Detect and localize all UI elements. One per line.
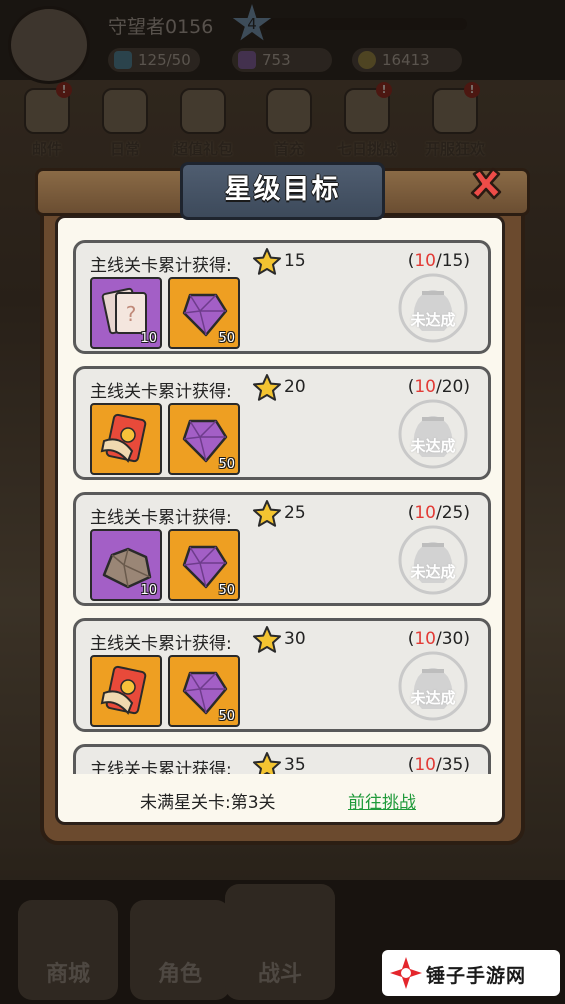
progress-current: 10	[414, 629, 436, 649]
goal-card: 主线关卡累计获得: 20 (10/20) 50 未达成	[73, 366, 491, 480]
reward-count: 10	[140, 331, 157, 346]
reward-stone[interactable]: 10	[90, 529, 162, 601]
goal-card: 主线关卡累计获得: 35 (10/35)	[73, 744, 491, 774]
reward-gem[interactable]: 50	[168, 277, 240, 349]
progress-current: 10	[414, 377, 436, 397]
book-icon	[100, 413, 147, 463]
money-bag-icon	[398, 399, 468, 469]
star-icon	[253, 248, 281, 275]
status-text: 未达成	[410, 689, 456, 707]
money-bag-icon	[398, 525, 468, 595]
goal-required-stars: 20	[284, 377, 306, 397]
goal-label: 主线关卡累计获得:	[90, 634, 232, 654]
reward-count: 50	[218, 583, 235, 598]
status-stamp: 未达成	[398, 525, 468, 595]
reward-book[interactable]	[90, 403, 162, 475]
money-bag-icon	[398, 651, 468, 721]
status-stamp: 未达成	[398, 273, 468, 343]
goal-label: 主线关卡累计获得:	[90, 382, 232, 402]
status-text: 未达成	[410, 563, 456, 581]
watermark: 锤子手游网	[382, 950, 560, 996]
goal-card: 主线关卡累计获得: 25 (10/25) 10 50 未达成	[73, 492, 491, 606]
reward-count: 50	[218, 331, 235, 346]
reward-gem[interactable]: 50	[168, 403, 240, 475]
progress-total: 35	[441, 755, 464, 774]
goal-card: 主线关卡累计获得: 15 (10/15) ? 10 50 未达成	[73, 240, 491, 354]
watermark-logo-icon	[390, 957, 422, 989]
reward-count: 10	[140, 583, 157, 598]
progress-total: 25	[441, 503, 464, 523]
star-icon	[253, 500, 281, 527]
progress-total: 20	[441, 377, 464, 397]
star-icon	[253, 626, 281, 653]
goal-progress: (10/35)	[407, 755, 470, 774]
goal-card: 主线关卡累计获得: 30 (10/30) 50 未达成	[73, 618, 491, 732]
go-challenge-link[interactable]: 前往挑战	[348, 788, 416, 813]
goal-progress: (10/20)	[407, 377, 470, 397]
goal-progress: (10/25)	[407, 503, 470, 523]
progress-current: 10	[414, 503, 436, 523]
status-stamp: 未达成	[398, 399, 468, 469]
goal-list[interactable]: 主线关卡累计获得: 15 (10/15) ? 10 50 未达成 主线关卡累计获…	[70, 236, 494, 774]
reward-book[interactable]	[90, 655, 162, 727]
progress-total: 15	[441, 251, 464, 271]
star-icon	[253, 752, 281, 774]
reward-gem[interactable]: 50	[168, 529, 240, 601]
reward-card-pack[interactable]: ? 10	[90, 277, 162, 349]
goal-progress: (10/30)	[407, 629, 470, 649]
progress-current: 10	[414, 755, 436, 774]
book-icon	[100, 665, 147, 715]
close-button[interactable]	[466, 164, 506, 204]
progress-current: 10	[414, 251, 436, 271]
status-stamp: 未达成	[398, 651, 468, 721]
goal-label: 主线关卡累计获得:	[90, 508, 232, 528]
star-icon	[253, 374, 281, 401]
status-text: 未达成	[410, 437, 456, 455]
reward-count: 50	[218, 457, 235, 472]
goal-required-stars: 35	[284, 755, 306, 774]
status-text: 未达成	[410, 311, 456, 329]
progress-total: 30	[441, 629, 464, 649]
money-bag-icon	[398, 273, 468, 343]
modal-title: 星级目标	[224, 174, 341, 205]
goal-label: 主线关卡累计获得:	[90, 256, 232, 276]
close-x-icon	[470, 167, 502, 200]
unfinished-stage-label: 未满星关卡:第3关	[140, 793, 276, 813]
goal-required-stars: 25	[284, 503, 306, 523]
svg-text:?: ?	[126, 302, 137, 326]
goal-progress: (10/15)	[407, 251, 470, 271]
goal-required-stars: 30	[284, 629, 306, 649]
goal-label: 主线关卡累计获得:	[90, 760, 232, 774]
reward-gem[interactable]: 50	[168, 655, 240, 727]
watermark-text: 锤子手游网	[426, 965, 527, 987]
reward-count: 50	[218, 709, 235, 724]
goal-required-stars: 15	[284, 251, 306, 271]
